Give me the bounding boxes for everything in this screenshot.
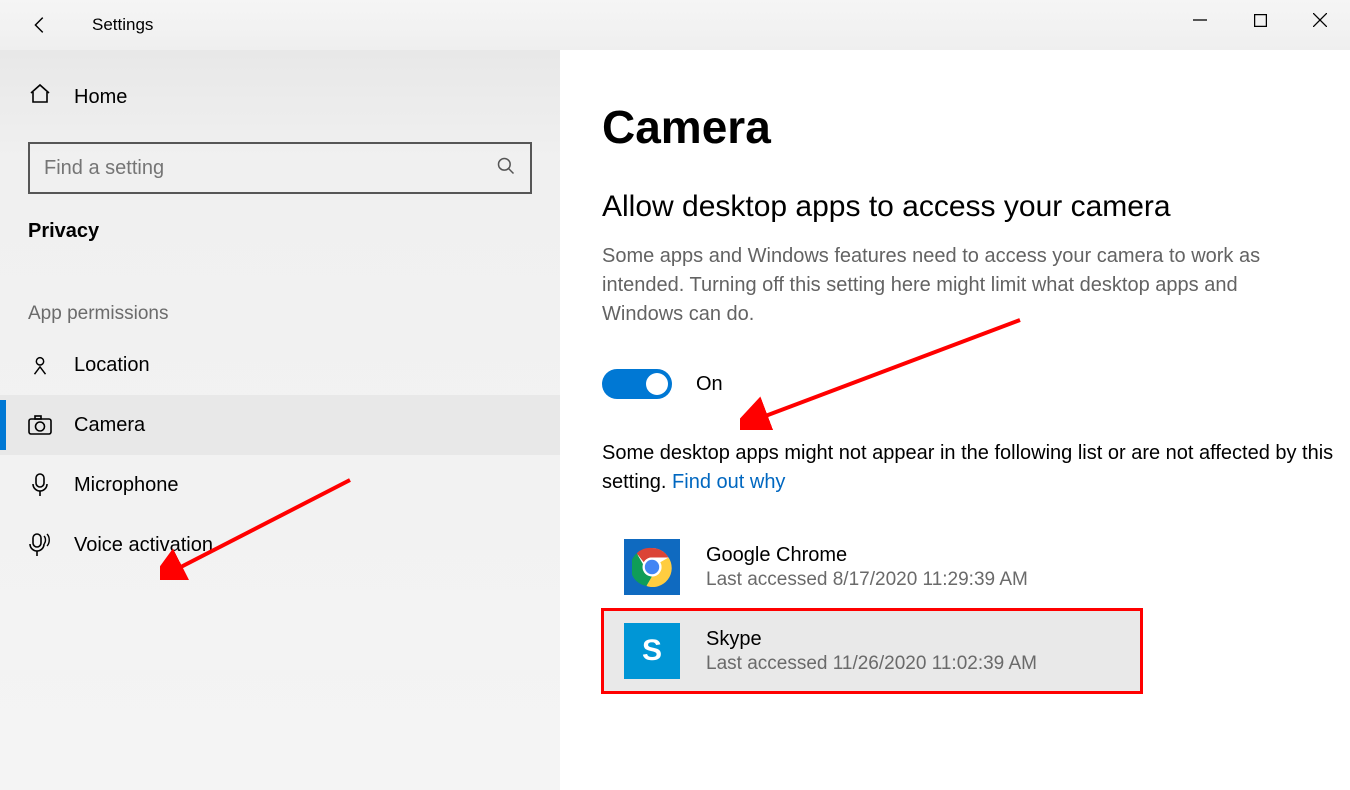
back-button[interactable] — [20, 5, 60, 45]
location-icon — [28, 354, 52, 376]
microphone-icon — [28, 473, 52, 497]
voice-activation-icon — [28, 533, 52, 557]
sidebar-item-label: Location — [74, 354, 150, 377]
sidebar: Home Privacy App permissions Location Ca… — [0, 50, 560, 790]
camera-access-toggle[interactable] — [602, 369, 672, 399]
toggle-knob — [646, 373, 668, 395]
app-row-chrome[interactable]: Google Chrome Last accessed 8/17/2020 11… — [602, 525, 1142, 609]
sidebar-item-location[interactable]: Location — [0, 335, 560, 395]
main-panel: Camera Allow desktop apps to access your… — [560, 50, 1350, 790]
title-bar: Settings — [0, 0, 1350, 50]
sidebar-item-microphone[interactable]: Microphone — [0, 455, 560, 515]
maximize-button[interactable] — [1230, 0, 1290, 40]
close-icon — [1313, 13, 1327, 27]
search-input[interactable] — [44, 157, 496, 180]
close-button[interactable] — [1290, 0, 1350, 40]
sidebar-item-label: Microphone — [74, 474, 179, 497]
sidebar-home[interactable]: Home — [0, 70, 560, 124]
window-controls — [1170, 0, 1350, 40]
app-list: Google Chrome Last accessed 8/17/2020 11… — [602, 525, 1350, 693]
app-name: Skype — [706, 628, 1037, 651]
maximize-icon — [1254, 14, 1267, 27]
app-last-accessed: Last accessed 8/17/2020 11:29:39 AM — [706, 569, 1028, 591]
list-description: Some desktop apps might not appear in th… — [602, 439, 1342, 497]
sidebar-section-label: App permissions — [0, 243, 560, 335]
sidebar-category: Privacy — [0, 194, 560, 243]
toggle-row: On — [602, 369, 1350, 399]
sidebar-item-label: Camera — [74, 414, 145, 437]
sidebar-item-voice-activation[interactable]: Voice activation — [0, 515, 560, 575]
skype-icon: S — [624, 623, 680, 679]
section-description: Some apps and Windows features need to a… — [602, 242, 1302, 329]
app-row-skype[interactable]: S Skype Last accessed 11/26/2020 11:02:3… — [602, 609, 1142, 693]
toggle-label: On — [696, 373, 723, 396]
camera-icon — [28, 415, 52, 435]
sidebar-item-camera[interactable]: Camera — [0, 395, 560, 455]
minimize-icon — [1193, 13, 1207, 27]
page-title: Camera — [602, 100, 1350, 154]
search-icon — [496, 156, 516, 181]
section-heading: Allow desktop apps to access your camera — [602, 190, 1350, 224]
chrome-icon — [624, 539, 680, 595]
app-name: Google Chrome — [706, 544, 1028, 567]
app-last-accessed: Last accessed 11/26/2020 11:02:39 AM — [706, 653, 1037, 675]
sidebar-item-label: Voice activation — [74, 534, 213, 557]
window-title: Settings — [92, 15, 153, 35]
minimize-button[interactable] — [1170, 0, 1230, 40]
sidebar-home-label: Home — [74, 86, 127, 109]
search-box[interactable] — [28, 142, 532, 194]
arrow-left-icon — [29, 14, 51, 36]
find-out-why-link[interactable]: Find out why — [672, 471, 785, 493]
home-icon — [28, 82, 52, 112]
